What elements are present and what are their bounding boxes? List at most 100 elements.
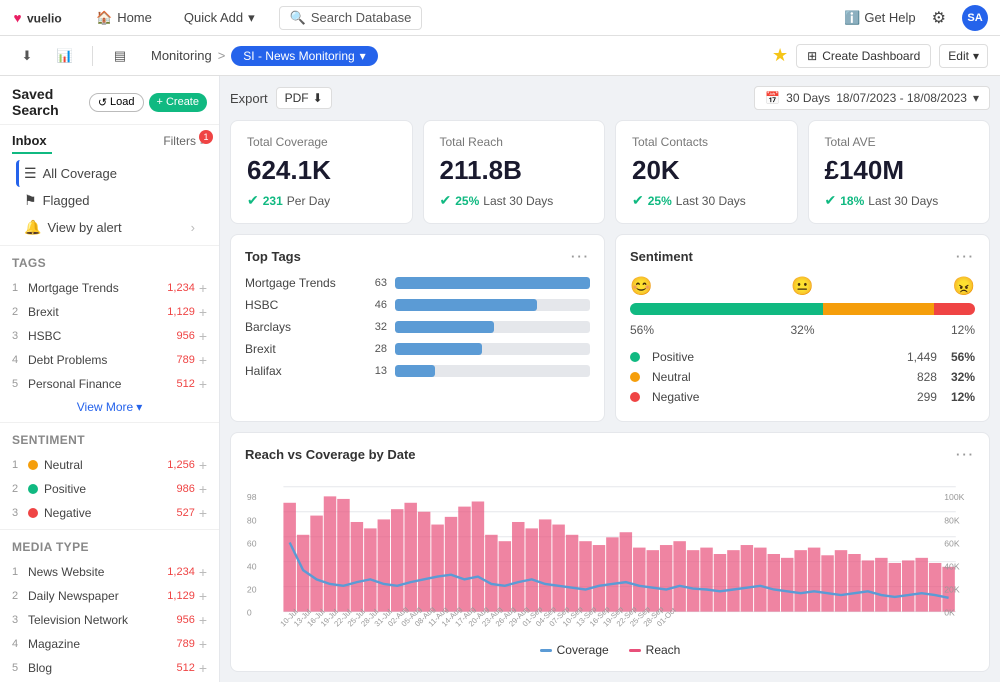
tag-bar-fill: [395, 321, 494, 333]
stat-title: Total Contacts: [632, 135, 781, 149]
check-icon: ✔: [632, 192, 644, 209]
view-by-alert-item[interactable]: 🔔 View by alert ›: [16, 214, 203, 241]
favorite-btn[interactable]: ★: [772, 45, 788, 66]
tags-list: 1Mortgage Trends1,234+2Brexit1,129+3HSBC…: [12, 276, 207, 396]
svg-text:80: 80: [247, 515, 257, 525]
inbox-header: Inbox Filters ≡ 1: [12, 133, 207, 148]
top-tags-more-btn[interactable]: ···: [571, 249, 590, 264]
breadcrumb-current[interactable]: SI - News Monitoring ▾: [231, 46, 377, 66]
stat-sub: ✔ 25% Last 30 Days: [632, 192, 781, 209]
tag-bar-count: 28: [363, 343, 387, 355]
sidebar: Saved Search ↺ Load + Create Inbox Filte…: [0, 76, 220, 682]
edit-btn[interactable]: Edit ▾: [939, 44, 988, 68]
stat-sub: ✔ 25% Last 30 Days: [440, 192, 589, 209]
tag-item[interactable]: 3HSBC956+: [12, 324, 207, 348]
sentiment-list: 1Neutral1,256+2Positive986+3Negative527+: [12, 453, 207, 525]
search-database-btn[interactable]: 🔍 Search Database: [279, 6, 423, 30]
media-item[interactable]: 1News Website1,234+: [12, 560, 207, 584]
stat-title: Total Coverage: [247, 135, 396, 149]
settings-btn[interactable]: ⚙: [932, 8, 946, 28]
tag-item[interactable]: 4Debt Problems789+: [12, 348, 207, 372]
chart-btn[interactable]: 📊: [50, 41, 80, 71]
tag-bar-row: Mortgage Trends 63: [245, 276, 590, 290]
tag-bar-row: Halifax 13: [245, 364, 590, 378]
tag-bar-count: 46: [363, 299, 387, 311]
home-nav[interactable]: 🏠 Home: [88, 6, 160, 30]
all-coverage-item[interactable]: ☰ All Coverage: [16, 160, 203, 187]
tag-item[interactable]: 1Mortgage Trends1,234+: [12, 276, 207, 300]
create-dashboard-btn[interactable]: ⊞ Create Dashboard: [796, 44, 931, 68]
get-help-btn[interactable]: ℹ️ Get Help: [844, 10, 916, 26]
stat-value: 20K: [632, 155, 781, 186]
tag-item[interactable]: 2Brexit1,129+: [12, 300, 207, 324]
load-btn[interactable]: ↺ Load: [89, 93, 144, 112]
sentiment-more-btn[interactable]: ···: [956, 249, 975, 264]
neutral-bar: [823, 303, 933, 315]
search-icon: 🔍: [290, 10, 306, 26]
sidebar-buttons: ↺ Load + Create: [89, 93, 207, 112]
svg-text:40K: 40K: [944, 561, 960, 571]
stat-card: Total Coverage 624.1K ✔ 231 Per Day: [230, 120, 413, 224]
media-type-label: Media Type: [12, 540, 207, 554]
view-more-btn[interactable]: View More ▾: [12, 396, 207, 418]
media-item[interactable]: 4Magazine789+: [12, 632, 207, 656]
stat-value: 624.1K: [247, 155, 396, 186]
reach-coverage-svg: 020406080980K20K40K60K80K100K10-Jul13-Ju…: [245, 474, 975, 634]
positive-bar: [630, 303, 823, 315]
sidebar-toggle-btn[interactable]: ▤: [105, 41, 135, 71]
svg-text:20K: 20K: [944, 584, 960, 594]
sentiment-item[interactable]: 2Positive986+: [12, 477, 207, 501]
media-item[interactable]: 5Blog512+: [12, 656, 207, 680]
export-bar: Export PDF ⬇ 📅 30 Days 18/07/2023 - 18/0…: [230, 86, 990, 110]
help-icon: ℹ️: [844, 10, 860, 26]
stat-percent: 25%: [455, 194, 479, 208]
flagged-item[interactable]: ⚑ Flagged: [16, 187, 203, 214]
quick-add-nav[interactable]: Quick Add ▾: [176, 6, 263, 30]
reach-dot: [629, 649, 641, 652]
export-label: Export: [230, 91, 268, 106]
pdf-btn[interactable]: PDF ⬇: [276, 87, 332, 109]
stat-sub-text: Last 30 Days: [483, 194, 553, 208]
check-icon: ✔: [247, 192, 259, 209]
media-item[interactable]: 2Daily Newspaper1,129+: [12, 584, 207, 608]
svg-text:vuelio: vuelio: [27, 11, 62, 25]
tag-bar-fill: [395, 343, 482, 355]
sidebar-header: Saved Search ↺ Load + Create: [0, 76, 219, 125]
create-btn[interactable]: + Create: [149, 93, 207, 112]
home-icon: 🏠: [96, 10, 112, 26]
sidebar-title: Saved Search: [12, 86, 89, 118]
top-nav: ♥ vuelio 🏠 Home Quick Add ▾ 🔍 Search Dat…: [0, 0, 1000, 36]
tag-bar-name: Brexit: [245, 342, 355, 356]
breadcrumb-monitoring[interactable]: Monitoring: [151, 48, 212, 63]
media-item[interactable]: 3Television Network956+: [12, 608, 207, 632]
chevron-down-icon: ▾: [973, 91, 979, 105]
chevron-down-icon: ▾: [248, 10, 255, 26]
stat-title: Total AVE: [825, 135, 974, 149]
tag-item[interactable]: 5Personal Finance512+: [12, 372, 207, 396]
stat-sub-text: Per Day: [287, 194, 330, 208]
filters-btn[interactable]: Filters ≡ 1: [163, 134, 207, 148]
sentiment-item[interactable]: 1Neutral1,256+: [12, 453, 207, 477]
svg-text:0: 0: [247, 607, 252, 617]
svg-text:60: 60: [247, 538, 257, 548]
user-avatar[interactable]: SA: [962, 5, 988, 31]
coverage-dot: [540, 649, 552, 652]
plus-icon: +: [157, 96, 163, 108]
svg-text:60K: 60K: [944, 538, 960, 548]
neutral-emoji: 😐: [791, 276, 813, 297]
tag-bar-row: Brexit 28: [245, 342, 590, 356]
stat-sub: ✔ 231 Per Day: [247, 192, 396, 209]
sentiment-item[interactable]: 3Negative527+: [12, 501, 207, 525]
negative-emoji: 😠: [953, 276, 975, 297]
date-range-btn[interactable]: 📅 30 Days 18/07/2023 - 18/08/2023 ▾: [754, 86, 990, 110]
chevron-down-icon: ▾: [360, 49, 366, 63]
second-nav: ⬇ 📊 ▤ Monitoring > SI - News Monitoring …: [0, 36, 1000, 76]
stat-percent: 231: [263, 194, 283, 208]
tag-bar-container: [395, 365, 590, 377]
reach-more-btn[interactable]: ···: [956, 447, 975, 462]
svg-text:♥: ♥: [14, 10, 22, 25]
flag-icon: ⚑: [24, 192, 37, 209]
stat-cards: Total Coverage 624.1K ✔ 231 Per Day Tota…: [230, 120, 990, 224]
export-left: Export PDF ⬇: [230, 87, 332, 109]
download-btn[interactable]: ⬇: [12, 41, 42, 71]
